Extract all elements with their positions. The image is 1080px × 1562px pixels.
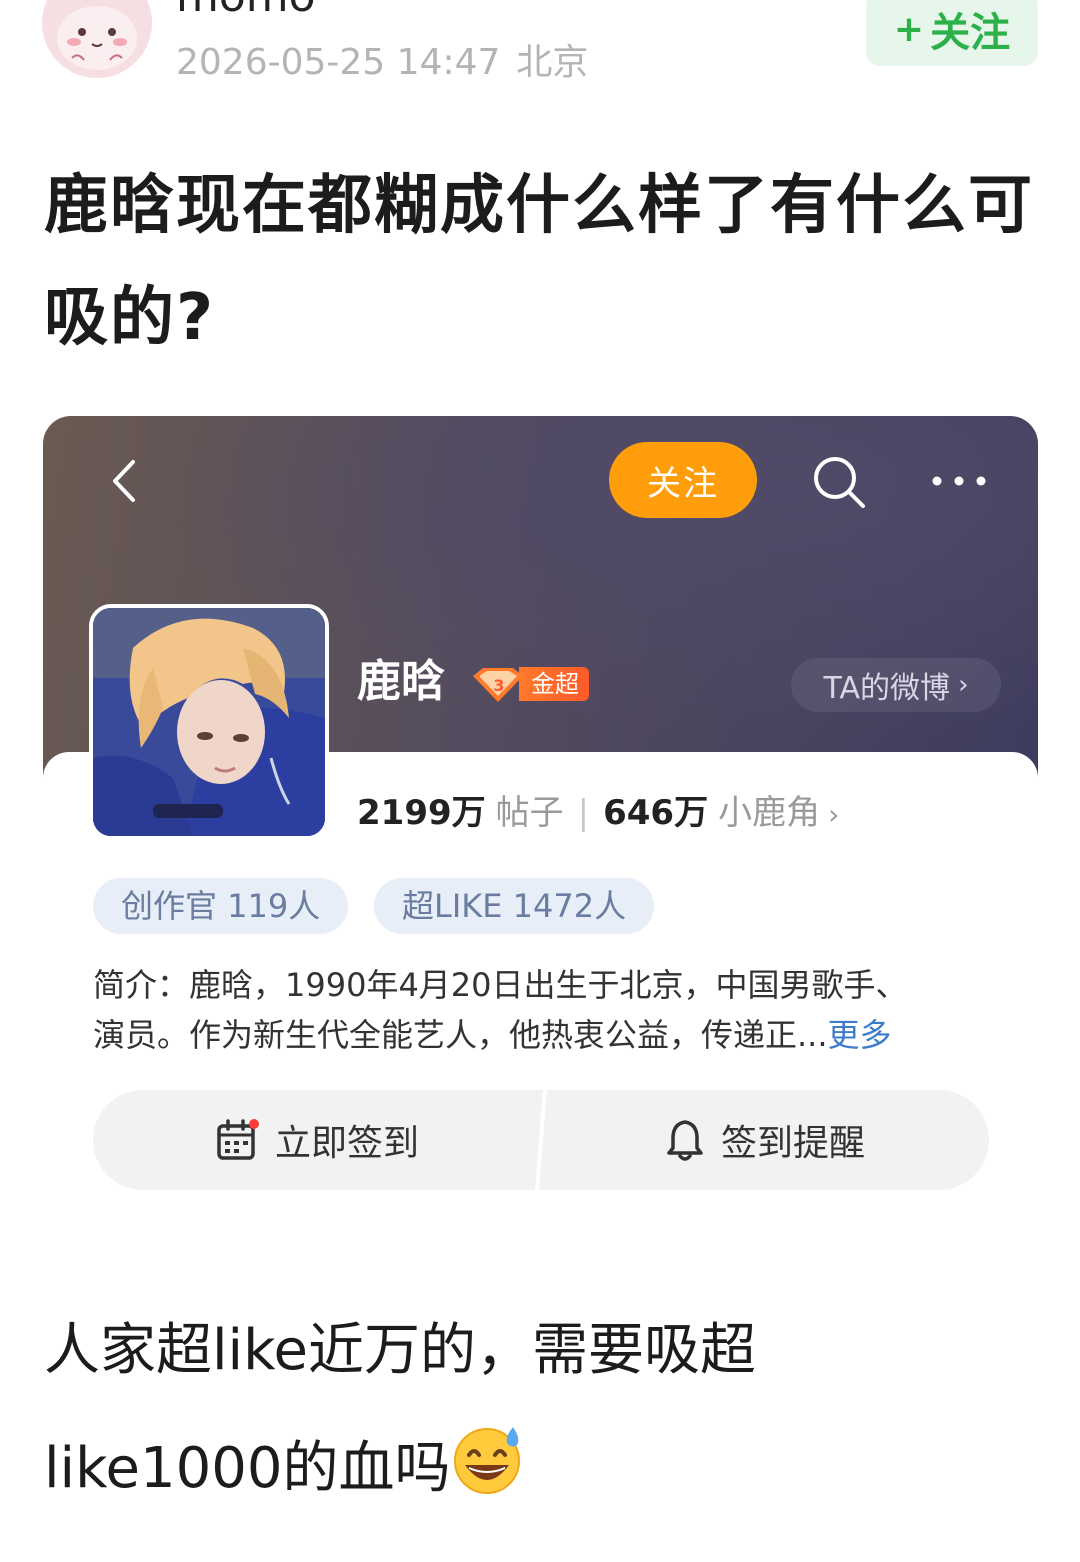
intro-more-link[interactable]: 更多: [828, 1016, 892, 1054]
grinning-face-with-sweat-icon: [453, 1427, 520, 1494]
stats-separator: |: [577, 793, 590, 833]
svg-text:3: 3: [493, 676, 504, 695]
badge-label: 金超: [519, 667, 589, 701]
bell-icon: [667, 1120, 703, 1161]
post-title: 鹿晗现在都糊成什么样了有什么可吸的?: [44, 169, 1034, 355]
reminder-label: 签到提醒: [720, 1123, 865, 1164]
calendar-icon: [217, 1119, 259, 1160]
post-page: momo 2026-05-25 14:47 北京 + 关注 鹿晗现在都糊成什么样了…: [0, 0, 1080, 1562]
username[interactable]: momo: [176, 0, 316, 22]
back-arrow-icon[interactable]: [103, 456, 153, 506]
post-body: 人家超like近万的，需要吸超 like1000的血吗: [44, 1292, 1044, 1528]
post-body-line-2-text: like1000的血吗: [44, 1436, 451, 1501]
chevron-right-icon: ›: [958, 670, 969, 700]
ta-weibo-label: TA的微博: [823, 671, 951, 706]
avatar-cartoon-icon: [42, 0, 152, 78]
follow-button-label: 关注: [930, 10, 1011, 56]
post-date: 2026-05-25 14:47: [176, 42, 501, 83]
post-location: 北京: [516, 42, 589, 83]
post-body-line-1: 人家超like近万的，需要吸超: [44, 1318, 757, 1383]
embedded-screenshot-card: 关注 鹿晗 3 金超 TA的微博 › 2199万 帖子 | 646万 小鹿角 ›…: [43, 416, 1038, 1226]
chevron-right-icon: ›: [828, 798, 840, 831]
superlike-tag[interactable]: 超LIKE 1472人: [374, 878, 655, 934]
supertopic-badge: 3 金超: [469, 664, 589, 704]
posts-label: 帖子: [495, 793, 564, 833]
profile-photo[interactable]: [89, 604, 329, 840]
search-icon[interactable]: [809, 452, 869, 512]
more-options-icon[interactable]: [929, 466, 989, 496]
supertopic-intro: 简介：鹿晗，1990年4月20日出生于北京，中国男歌手、 演员。作为新生代全能艺…: [93, 960, 993, 1060]
diamond-badge-icon: 3: [473, 668, 523, 702]
intro-line-2-text: 演员。作为新生代全能艺人，他热衷公益，传递正...: [93, 1016, 828, 1054]
plus-icon: +: [893, 8, 925, 50]
intro-line-1: 简介：鹿晗，1990年4月20日出生于北京，中国男歌手、: [93, 966, 908, 1004]
supertopic-follow-button[interactable]: 关注: [609, 442, 757, 518]
intro-line-2: 演员。作为新生代全能艺人，他热衷公益，传递正...更多: [93, 1010, 993, 1060]
fans-count: 646万: [603, 793, 709, 833]
post-meta: 2026-05-25 14:47 北京: [176, 40, 588, 86]
user-avatar[interactable]: [42, 0, 152, 78]
checkin-button[interactable]: 立即签到: [93, 1090, 541, 1190]
creator-tag[interactable]: 创作官 119人: [93, 878, 349, 934]
supertopic-stats[interactable]: 2199万 帖子 | 646万 小鹿角 ›: [357, 792, 839, 836]
post-body-line-2: like1000的血吗: [44, 1410, 1044, 1528]
posts-count: 2199万: [357, 793, 486, 833]
ta-weibo-link[interactable]: TA的微博 ›: [791, 658, 1001, 712]
fans-label: 小鹿角: [718, 793, 821, 833]
checkin-reminder-button[interactable]: 签到提醒: [541, 1090, 989, 1190]
checkin-label: 立即签到: [274, 1123, 419, 1164]
profile-name: 鹿晗: [357, 656, 445, 707]
profile-photo-image: [93, 608, 325, 836]
follow-button[interactable]: + 关注: [866, 0, 1038, 66]
checkin-action-bar: 立即签到 签到提醒: [93, 1090, 989, 1190]
